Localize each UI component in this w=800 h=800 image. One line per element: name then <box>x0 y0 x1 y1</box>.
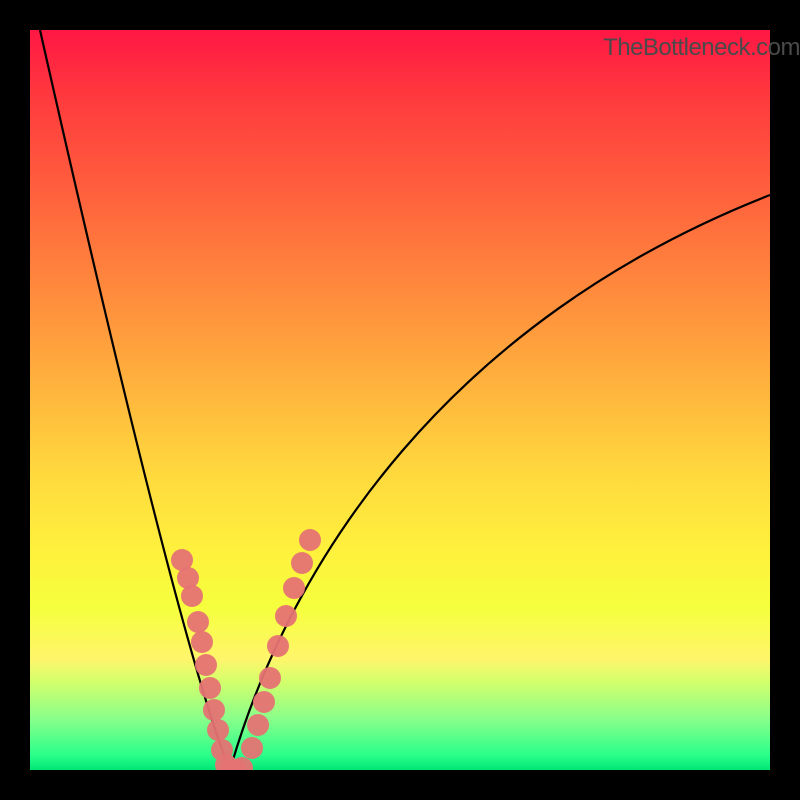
chart-container: TheBottleneck.com <box>0 0 800 800</box>
curve-svg <box>30 30 770 770</box>
plot-area: TheBottleneck.com <box>30 30 770 770</box>
data-dots <box>171 529 321 770</box>
curve-path <box>40 30 770 770</box>
